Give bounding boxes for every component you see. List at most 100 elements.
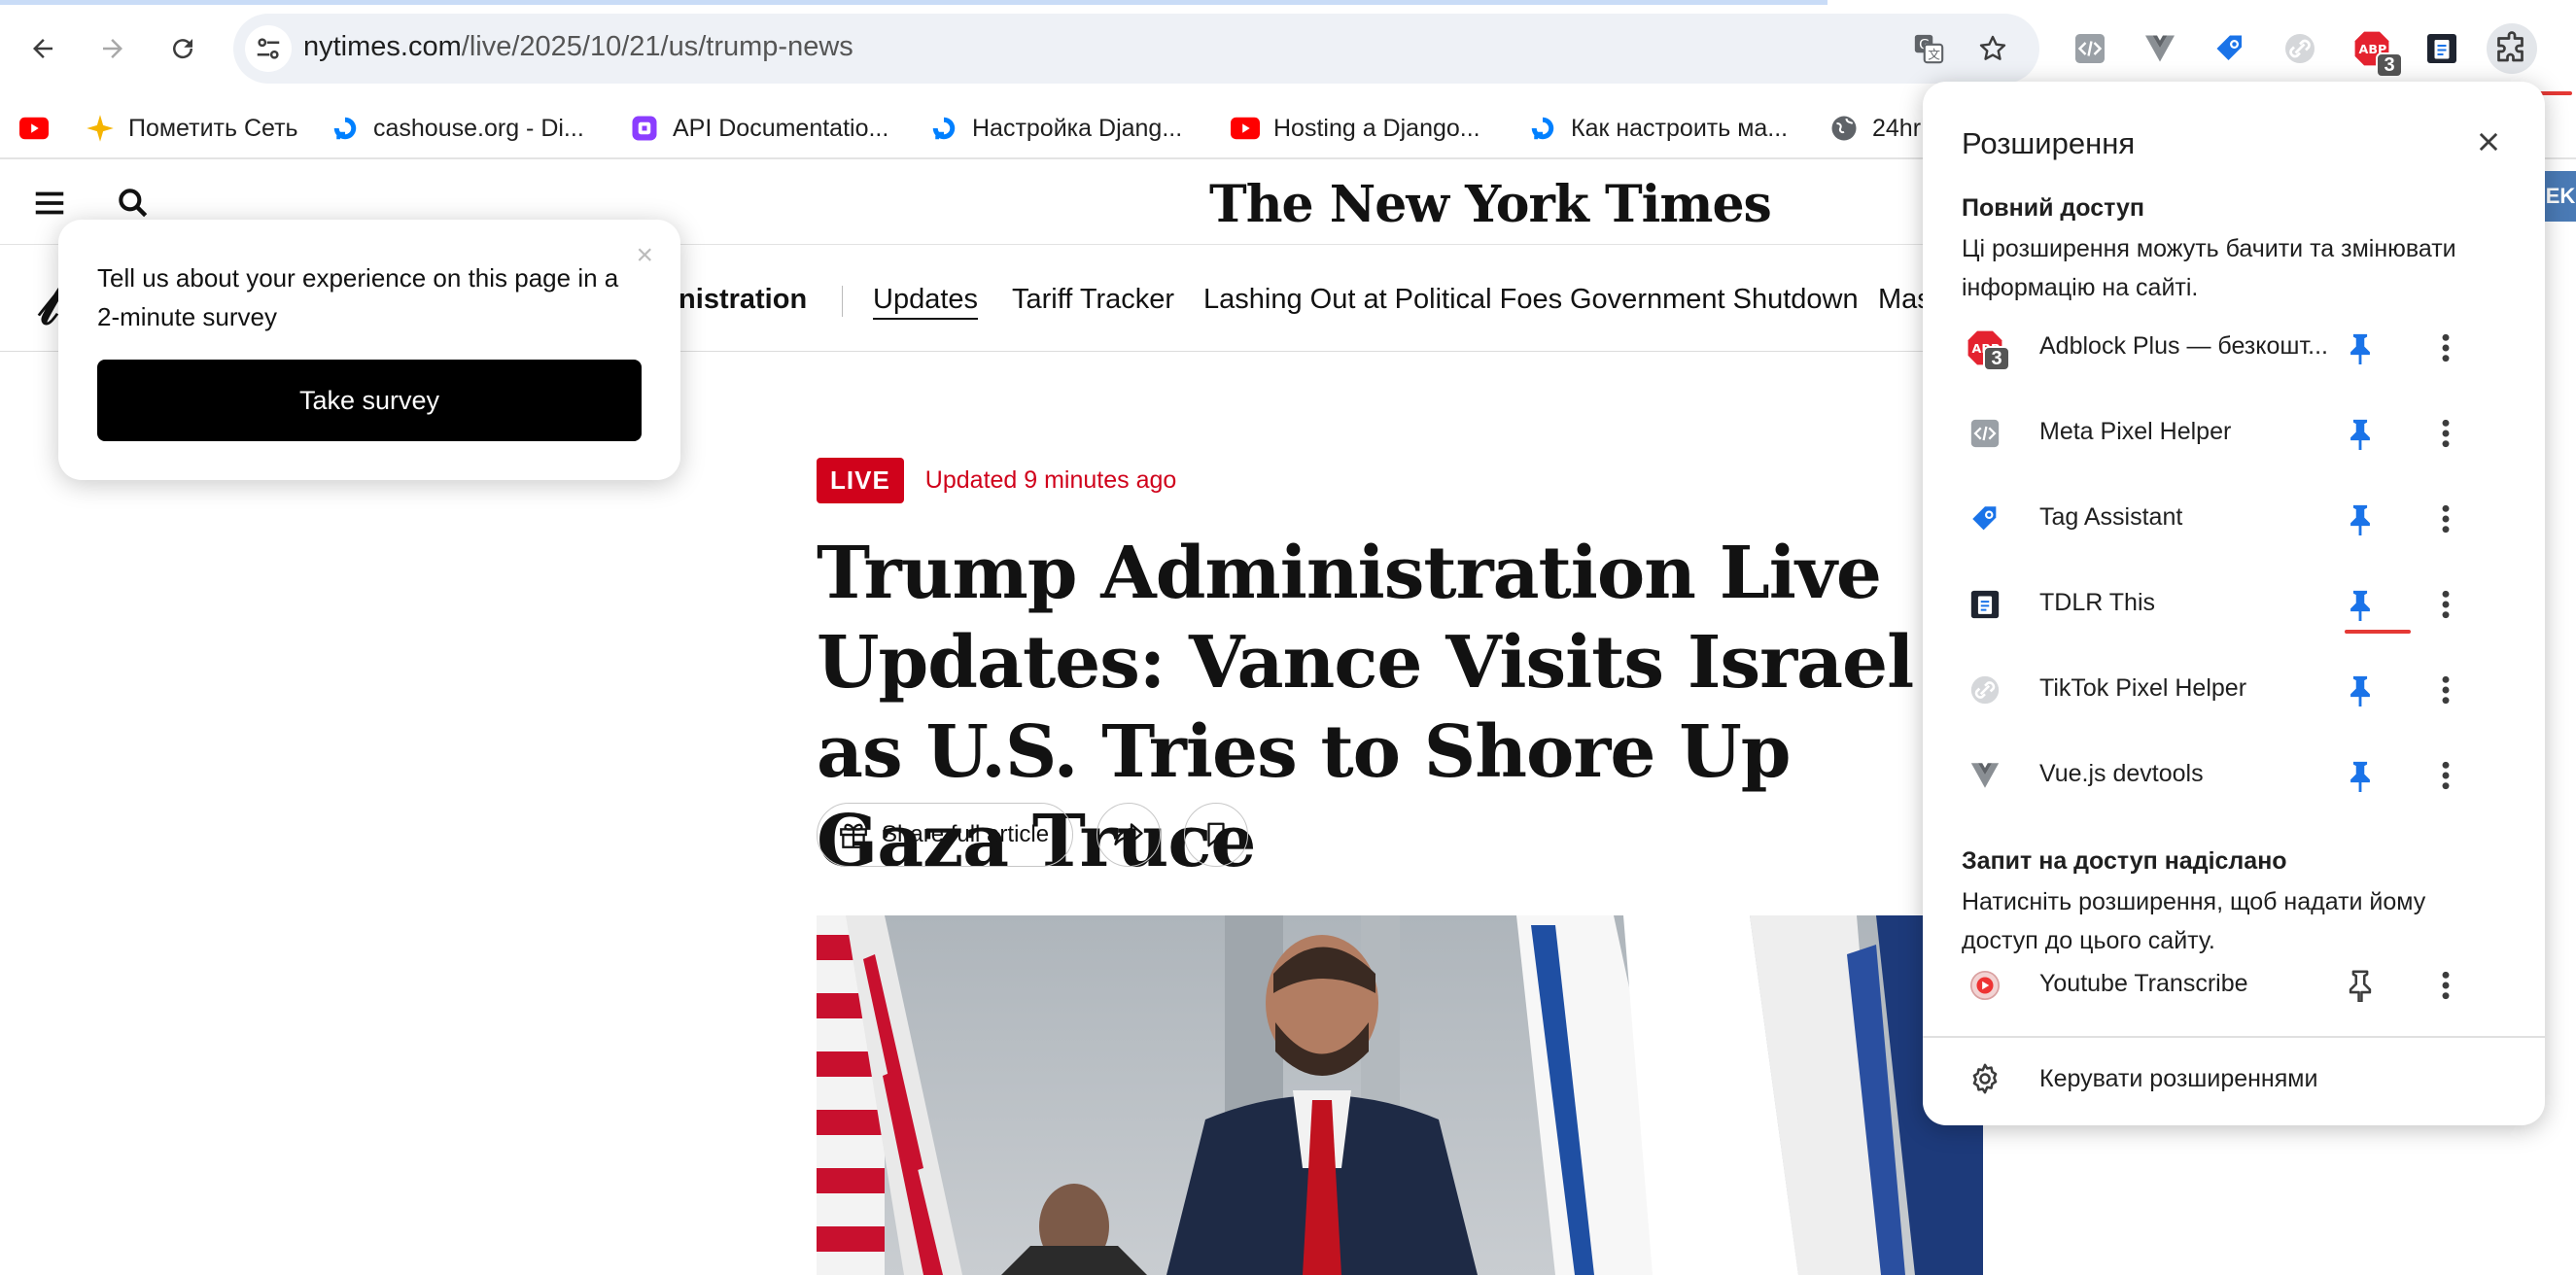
code-icon [2075, 34, 2105, 63]
subnav-updates[interactable]: Updates [873, 284, 979, 320]
pin-button[interactable] [2339, 754, 2382, 797]
toolbar-tag-assistant[interactable] [2205, 23, 2255, 74]
extension-name: TikTok Pixel Helper [2039, 674, 2247, 702]
pin-button[interactable] [2339, 669, 2382, 711]
tune-icon [257, 38, 280, 59]
survey-close-button[interactable]: × [636, 239, 653, 272]
toolbar-vue-devtools[interactable] [2135, 23, 2185, 74]
survey-popup: × Tell us about your experience on this … [58, 220, 680, 480]
bookmark-youtube[interactable] [19, 109, 62, 148]
forward-button[interactable] [86, 21, 140, 76]
bookmark-1[interactable]: Пометить Сеть [86, 109, 298, 148]
menu-button[interactable] [31, 185, 68, 226]
tab-strip-edge [0, 0, 1828, 5]
bookmark-2[interactable]: cashouse.org - Di... [331, 109, 584, 148]
extension-row-tag-assistant[interactable]: Tag Assistant [1923, 476, 2545, 562]
pin-button[interactable] [2339, 498, 2382, 540]
youtube-transcribe-icon [1966, 966, 2004, 1005]
extension-name: Adblock Plus — безкошт... [2039, 332, 2328, 360]
more-options-button[interactable] [2424, 498, 2467, 540]
extension-row-vue-devtools[interactable]: Vue.js devtools [1923, 733, 2545, 818]
address-bar[interactable]: nytimes.com/live/2025/10/21/us/trump-new… [233, 14, 2039, 84]
more-options-button[interactable] [2424, 583, 2467, 626]
extensions-popup-close-button[interactable] [2469, 122, 2508, 161]
more-options-button[interactable] [2424, 669, 2467, 711]
share-label: Share full article [882, 821, 1050, 847]
extension-row-tdlr-this[interactable]: TDLR This [1923, 562, 2545, 647]
request-access-title: Запит на доступ надіслано [1962, 847, 2287, 875]
live-badge: LIVE [817, 457, 904, 503]
toolbar-adblock-plus[interactable]: ABP 3 [2347, 23, 2403, 78]
share-full-article-button[interactable]: Share full article [817, 803, 1074, 867]
search-icon [119, 189, 148, 218]
extension-row-meta-pixel-helper[interactable]: Meta Pixel Helper [1923, 391, 2545, 476]
pin-button[interactable] [2339, 583, 2382, 626]
extensions-popup: Розширення Повний доступ Ці розширення м… [1923, 82, 2545, 1125]
more-options-button[interactable] [2424, 327, 2467, 369]
extension-name: Tag Assistant [2039, 503, 2183, 531]
toolbar-meta-pixel-helper[interactable] [2065, 23, 2115, 74]
more-vert-icon [2442, 419, 2450, 448]
youtube-icon [19, 114, 49, 143]
page-edge-button[interactable]: EK [2545, 171, 2576, 222]
adblock-badge: 3 [1983, 346, 2010, 371]
save-bookmark-button[interactable] [1184, 803, 1249, 867]
svg-text:文: 文 [1928, 49, 1940, 63]
extension-row-tiktok-pixel-helper[interactable]: TikTok Pixel Helper [1923, 647, 2545, 733]
tdlr-icon [1966, 585, 2004, 624]
subnav-administration[interactable]: inistration [671, 284, 807, 316]
bookmark-7[interactable]: 24hr [1829, 109, 1921, 148]
more-options-button[interactable] [2424, 412, 2467, 455]
bookmark-label: Как настроить ма... [1571, 114, 1789, 142]
more-options-button[interactable] [2424, 964, 2467, 1007]
pin-button[interactable] [2339, 327, 2382, 369]
updated-timestamp: Updated 9 minutes ago [924, 465, 1177, 494]
reload-button[interactable] [156, 21, 210, 76]
toolbar-tiktok-pixel-helper[interactable] [2275, 23, 2325, 74]
manage-extensions-button[interactable]: Керувати розширеннями [1923, 1042, 2545, 1120]
pin-button[interactable] [2339, 412, 2382, 455]
tag-assistant-icon [2216, 35, 2242, 60]
bookmark-star-button[interactable] [1971, 27, 2014, 70]
back-button[interactable] [16, 21, 70, 76]
adblock-icon: ABP 3 [1966, 328, 2010, 371]
pin-button[interactable] [2339, 964, 2382, 1007]
bookmark-5[interactable]: Hosting a Django... [1231, 109, 1480, 148]
extension-row-adblock-plus[interactable]: ABP 3 Adblock Plus — безкошт... [1923, 305, 2545, 391]
extensions-menu-button[interactable] [2487, 23, 2537, 74]
nyt-t-logo[interactable]: 𝓉 [39, 270, 58, 338]
hero-photo: ★ ★ ★ [817, 915, 1983, 1275]
bookmark-label: Настройка Djang... [972, 114, 1183, 142]
extensions-popup-divider [1923, 1036, 2545, 1038]
subnav-lashing-out[interactable]: Lashing Out at Political Foes [1203, 284, 1562, 316]
url-text[interactable]: nytimes.com/live/2025/10/21/us/trump-new… [303, 31, 853, 63]
site-info-button[interactable] [245, 25, 292, 72]
subnav-tariff-tracker[interactable]: Tariff Tracker [1012, 284, 1174, 316]
extension-row-youtube-transcribe[interactable]: Youtube Transcribe [1923, 943, 2545, 1028]
share-button[interactable] [1097, 803, 1162, 867]
nyt-logo[interactable]: The New York Times [1209, 175, 1772, 234]
url-path: /live/2025/10/21/us/trump-news [461, 31, 853, 62]
gear-icon [1966, 1059, 2004, 1098]
bookmark-3[interactable]: API Documentatio... [630, 109, 888, 148]
pin-icon [2350, 504, 2370, 535]
translate-button[interactable]: G 文 [1907, 27, 1950, 70]
reload-icon [173, 39, 193, 59]
tag-assistant-icon [1966, 500, 2004, 538]
toolbar-tdlr-this[interactable] [2417, 23, 2467, 74]
url-host: nytimes.com [303, 31, 462, 62]
subnav-divider [842, 286, 843, 317]
pin-icon [2350, 419, 2370, 450]
link-icon [2285, 34, 2315, 63]
digitalocean-icon [929, 114, 958, 143]
article-header: LIVE Updated 9 minutes ago Trump Adminis… [817, 457, 1934, 886]
more-vert-icon [2442, 761, 2450, 790]
pin-outline-icon [2349, 970, 2372, 1002]
take-survey-button[interactable]: Take survey [97, 360, 642, 441]
bookmark-6[interactable]: Как настроить ма... [1528, 109, 1788, 148]
more-options-button[interactable] [2424, 754, 2467, 797]
subnav-government-shutdown[interactable]: Government Shutdown [1570, 284, 1859, 316]
bookmark-4[interactable]: Настройка Djang... [929, 109, 1182, 148]
more-vert-icon [2442, 971, 2450, 1000]
gift-icon [840, 823, 867, 848]
